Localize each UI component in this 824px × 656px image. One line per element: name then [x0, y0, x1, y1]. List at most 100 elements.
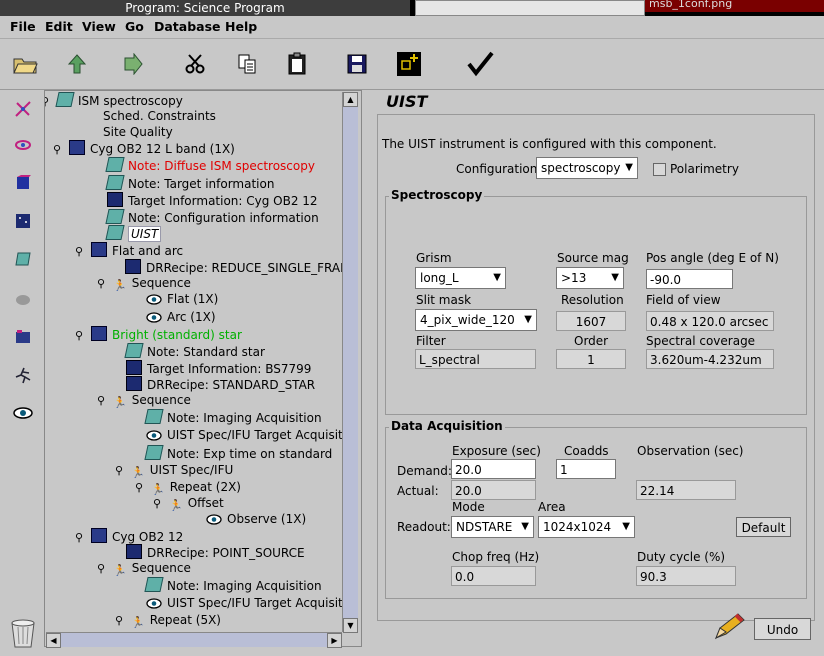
tree-node[interactable]: Flat (1X)	[146, 291, 218, 307]
tree-node[interactable]: UIST Spec/IFU Target Acquisiti	[146, 427, 346, 443]
menu-file[interactable]: File	[10, 19, 36, 34]
tree-node[interactable]: ⚲ Cyg OB2 12	[75, 528, 183, 544]
target-icon[interactable]	[12, 134, 34, 156]
tree-node[interactable]: Sched. Constraints	[84, 108, 216, 124]
expand-toggle-icon[interactable]: ⚲	[97, 393, 109, 409]
source-mag-select[interactable]: >13 ▼	[556, 267, 624, 289]
default-button[interactable]: Default	[736, 517, 791, 537]
tree-node[interactable]: ⚲ 🏃 Repeat (5X)	[115, 612, 221, 629]
folder-icon[interactable]	[12, 326, 34, 348]
tree-node[interactable]: UIST	[105, 225, 162, 242]
chop-freq-value: 0.0	[451, 566, 536, 586]
expand-toggle-icon[interactable]: ⚲	[45, 94, 53, 110]
tree-node[interactable]: DRRecipe: POINT_SOURCE	[126, 544, 305, 560]
tree-node[interactable]: UIST Spec/IFU Target Acquisiti	[146, 595, 346, 611]
duty-cycle-value: 90.3	[636, 566, 736, 586]
tree-node[interactable]: ⚲ 🏃 Repeat (2X)	[135, 479, 241, 496]
menu-database[interactable]: Database	[154, 19, 221, 34]
expand-toggle-icon[interactable]: ⚲	[153, 496, 165, 512]
tree-node[interactable]: ⚲ ISM spectroscopy	[45, 92, 183, 110]
add-icon[interactable]	[394, 49, 424, 79]
exposure-input[interactable]: 20.0	[451, 459, 536, 479]
chevron-down-icon: ▼	[625, 162, 633, 173]
mode-select[interactable]: NDSTARE ▼	[451, 516, 534, 538]
tree-node[interactable]: Target Information: BS7799	[126, 360, 311, 376]
runner-icon[interactable]	[12, 364, 34, 386]
tree-node[interactable]: Note: Target information	[105, 175, 274, 191]
tree-node-label: DRRecipe: REDUCE_SINGLE_FRAM	[146, 261, 351, 275]
slit-mask-select[interactable]: 4_pix_wide_120 ▼	[415, 309, 537, 331]
trash-icon[interactable]	[8, 615, 38, 651]
tree-node[interactable]: Target Information: Cyg OB2 12	[107, 192, 318, 208]
note-icon[interactable]	[12, 248, 34, 270]
actual-label: Actual:	[397, 484, 439, 498]
expand-toggle-icon[interactable]: ⚲	[53, 142, 65, 158]
scroll-right-arrow-icon[interactable]: ▶	[327, 633, 342, 648]
tree-node[interactable]: Arc (1X)	[146, 309, 216, 325]
expand-toggle-icon[interactable]: ⚲	[135, 480, 147, 496]
tree-node[interactable]: Site Quality	[84, 124, 173, 140]
tree-node[interactable]: ⚲ 🏃 UIST Spec/IFU	[115, 462, 233, 479]
menu-view[interactable]: View	[82, 19, 116, 34]
tree-node[interactable]: ⚲ 🏃 Sequence	[97, 392, 191, 409]
tree-node[interactable]: DRRecipe: STANDARD_STAR	[126, 376, 315, 392]
tree-vertical-scrollbar[interactable]: ▲ ▼	[342, 92, 358, 633]
tree-node[interactable]: ⚲ Flat and arc	[75, 242, 183, 258]
upload-icon[interactable]	[62, 49, 92, 79]
polarimetry-checkbox[interactable]	[653, 163, 666, 176]
tree-node[interactable]: Note: Imaging Acquisition	[144, 577, 322, 593]
coadds-input[interactable]: 1	[556, 459, 616, 479]
menu-go[interactable]: Go	[125, 19, 144, 34]
tree-node[interactable]: ⚲ 🏃 Sequence	[97, 275, 191, 292]
background-window-tab[interactable]: msb_1conf.png	[645, 0, 824, 12]
scroll-left-arrow-icon[interactable]: ◀	[46, 633, 61, 648]
menu-edit[interactable]: Edit	[45, 19, 73, 34]
cut-icon[interactable]	[180, 49, 210, 79]
configuration-select[interactable]: spectroscopy ▼	[536, 157, 638, 179]
download-icon[interactable]	[117, 49, 147, 79]
undo-button[interactable]: Undo	[754, 618, 811, 640]
tree-node-label: DRRecipe: STANDARD_STAR	[147, 378, 316, 392]
image-icon[interactable]	[12, 210, 34, 232]
save-icon[interactable]	[342, 49, 372, 79]
tree-node[interactable]: Observe (1X)	[206, 511, 306, 527]
expand-toggle-icon[interactable]: ⚲	[75, 328, 87, 344]
tree-node[interactable]: ⚲ Cyg OB2 12 L band (1X)	[53, 140, 235, 156]
area-select[interactable]: 1024x1024 ▼	[538, 516, 635, 538]
menu-help[interactable]: Help	[225, 19, 257, 34]
grism-select[interactable]: long_L ▼	[415, 267, 506, 289]
cloud-icon[interactable]	[12, 288, 34, 310]
background-window[interactable]	[415, 0, 645, 16]
seq-icon: 🏃	[131, 616, 145, 629]
validate-icon[interactable]	[465, 49, 495, 79]
pos-angle-input[interactable]: -90.0	[646, 269, 733, 289]
tree-node[interactable]: ⚲ 🏃 Offset	[153, 495, 224, 512]
tree-node[interactable]: Note: Imaging Acquisition	[144, 409, 322, 425]
open-folder-icon[interactable]	[10, 49, 40, 79]
coverage-label: Spectral coverage	[646, 334, 756, 348]
expand-toggle-icon[interactable]: ⚲	[115, 613, 127, 629]
tree-node[interactable]: DRRecipe: REDUCE_SINGLE_FRAM	[125, 259, 350, 275]
cube-icon[interactable]	[12, 172, 34, 194]
scroll-down-arrow-icon[interactable]: ▼	[343, 618, 358, 633]
expand-toggle-icon[interactable]: ⚲	[97, 276, 109, 292]
copy-icon[interactable]	[232, 49, 262, 79]
pointer-icon[interactable]	[12, 98, 34, 120]
eye-icon[interactable]	[12, 402, 34, 424]
paste-icon[interactable]	[282, 49, 312, 79]
tree-node[interactable]: Note: Configuration information	[105, 209, 319, 225]
tree-horizontal-scrollbar[interactable]: ◀ ▶	[46, 632, 342, 648]
expand-toggle-icon[interactable]: ⚲	[97, 561, 109, 577]
tree-node[interactable]: Note: Diffuse ISM spectroscopy	[105, 157, 315, 173]
tree-node[interactable]: ⚲ Bright (standard) star	[75, 326, 242, 342]
tree-node[interactable]: Note: Standard star	[124, 343, 265, 359]
expand-toggle-icon[interactable]: ⚲	[115, 463, 127, 479]
tree-node[interactable]: ⚲ 🏃 Sequence	[97, 560, 191, 577]
duty-cycle-label: Duty cycle (%)	[637, 550, 726, 564]
scroll-up-arrow-icon[interactable]: ▲	[343, 92, 358, 107]
grism-value: long_L	[420, 271, 459, 285]
tree-node[interactable]: Note: Exp time on standard	[144, 445, 332, 461]
coadds-label: Coadds	[564, 444, 609, 458]
expand-toggle-icon[interactable]: ⚲	[75, 530, 87, 546]
expand-toggle-icon[interactable]: ⚲	[75, 244, 87, 260]
